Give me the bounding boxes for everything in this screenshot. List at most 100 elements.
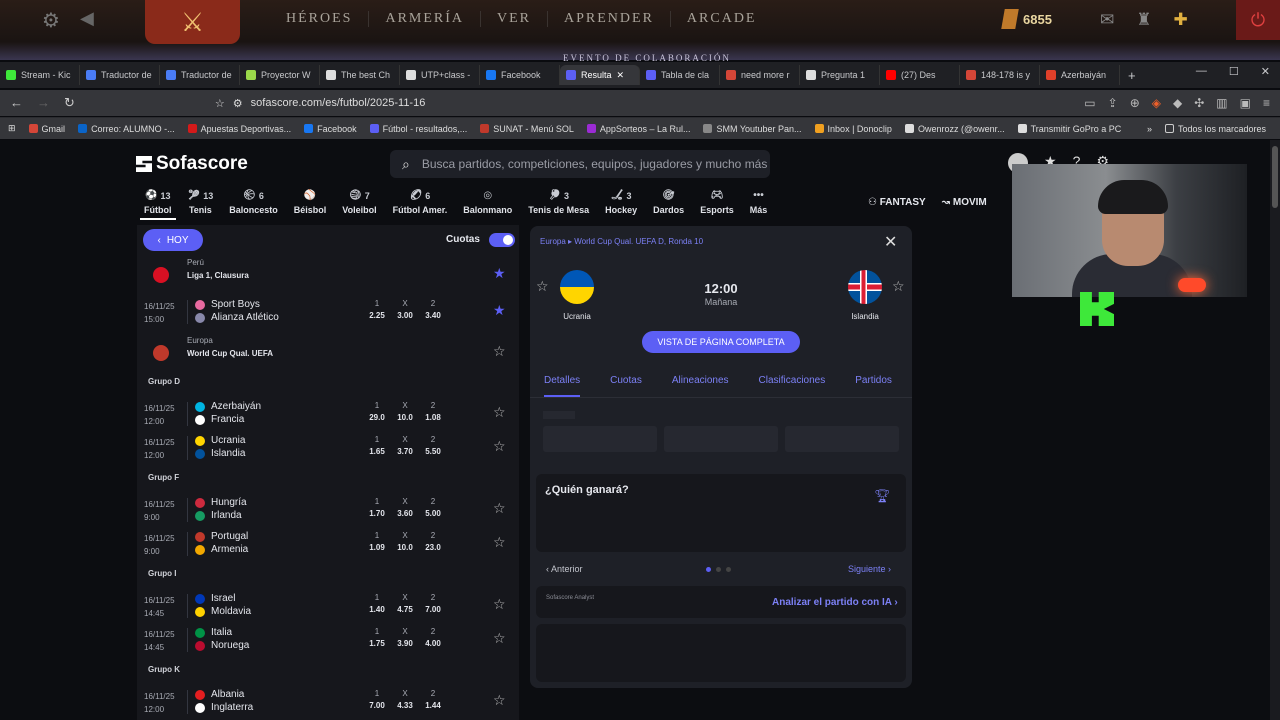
bookmark-item[interactable]: SMM Youtuber Pan... — [703, 124, 802, 134]
browser-tab[interactable]: (27) Des — [880, 65, 960, 85]
analyze-ai-link[interactable]: Analizar el partido con IA › — [772, 597, 898, 608]
bookmark-item[interactable]: Facebook — [304, 124, 357, 134]
browser-tab[interactable]: 148-178 is y — [960, 65, 1040, 85]
odds-o2[interactable]: 2 4.00 — [421, 627, 445, 648]
sport-tab[interactable]: 🏐︎ 7 Voleibol — [334, 190, 384, 215]
back-icon[interactable]: ◀ — [80, 8, 94, 29]
odds-o1[interactable]: 1 29.0 — [365, 401, 389, 422]
match-row[interactable]: 16/11/25 12:00 Ucrania Islandia 1 1.65 X 3.70 2 5… — [137, 431, 519, 465]
game-nav-arcade[interactable]: ARCADE — [671, 11, 773, 27]
browser-tab[interactable]: Azerbaiyán — [1040, 65, 1120, 85]
odds-ox[interactable]: X 4.75 — [393, 593, 417, 614]
odds-ox[interactable]: X 3.90 — [393, 627, 417, 648]
detail-tab-cuotas[interactable]: Cuotas — [610, 362, 642, 397]
bookmark-item[interactable]: Correo: ALUMNO -... — [78, 124, 175, 134]
odds-o2[interactable]: 2 5.00 — [421, 497, 445, 518]
star-icon[interactable]: ☆ — [493, 534, 506, 551]
zoom-icon[interactable]: ⊕ — [1130, 96, 1140, 110]
plus-icon[interactable]: ✚ — [1174, 10, 1188, 30]
site-info-icon[interactable]: ⚙ — [233, 97, 243, 110]
browser-tab[interactable]: Proyector W — [240, 65, 320, 85]
full-page-button[interactable]: VISTA DE PÁGINA COMPLETA — [642, 331, 800, 353]
minimize-icon[interactable]: — — [1196, 65, 1207, 78]
search-box[interactable]: ⌕ Busca partidos, competiciones, equipos,… — [390, 150, 770, 178]
odds-o1[interactable]: 1 1.75 — [365, 627, 389, 648]
browser-tab[interactable]: Pregunta 1 — [800, 65, 880, 85]
carousel-dot[interactable] — [706, 567, 711, 572]
armor-icon[interactable]: ♜ — [1136, 10, 1151, 30]
sport-tab[interactable]: 🏒︎ 3 Hockey — [597, 190, 645, 215]
tab-close-icon[interactable]: ✕ — [617, 70, 625, 81]
mail-icon[interactable]: ✉ — [1100, 10, 1114, 30]
odds-o1[interactable]: 1 1.09 — [365, 531, 389, 552]
odds-o1[interactable]: 1 2.25 — [365, 299, 389, 320]
menu-icon[interactable]: ≡ — [1263, 96, 1270, 110]
more-bookmarks-icon[interactable]: » — [1147, 124, 1152, 134]
bookmark-icon[interactable]: ☆ — [215, 97, 225, 110]
previous-button[interactable]: ‹ Anterior — [546, 564, 583, 574]
url-field[interactable]: sofascore.com/es/futbol/2025-11-16 — [251, 97, 426, 109]
league-header[interactable]: Perú Liga 1, Clausura ★ — [137, 255, 519, 295]
bookmark-item[interactable]: Fútbol - resultados,... — [369, 124, 467, 134]
star-icon[interactable]: ☆ — [493, 630, 506, 647]
odds-o2[interactable]: 2 3.40 — [421, 299, 445, 320]
all-bookmarks[interactable]: Todos los marcadores — [1164, 124, 1266, 134]
match-row[interactable]: 16/11/25 9:00 Portugal Armenia 1 1.09 X 10.0 2 23… — [137, 527, 519, 561]
odds-o2[interactable]: 2 1.44 — [421, 689, 445, 710]
dota-logo[interactable]: ⚔ — [145, 0, 240, 44]
today-button[interactable]: ‹ HOY — [143, 229, 203, 251]
game-nav-heroes[interactable]: HÉROES — [270, 11, 370, 27]
odds-ox[interactable]: X 10.0 — [393, 401, 417, 422]
match-row[interactable]: 16/11/25 14:45 Israel Moldavia 1 1.40 X 4.75 2 7.… — [137, 589, 519, 623]
browser-tab[interactable]: Facebook — [480, 65, 560, 85]
bookmark-item[interactable]: Inbox | Donoclip — [814, 124, 892, 134]
game-nav-armory[interactable]: ARMERÍA — [369, 11, 482, 27]
odds-o2[interactable]: 2 5.50 — [421, 435, 445, 456]
back-arrow-icon[interactable]: ← — [10, 95, 23, 111]
match-row[interactable]: 16/11/25 14:45 Italia Noruega 1 1.75 X 3.90 2 4.0… — [137, 623, 519, 657]
star-icon[interactable]: ☆ — [493, 438, 506, 455]
extensions-icon[interactable]: ◆ — [1173, 96, 1182, 110]
forward-arrow-icon[interactable]: → — [37, 95, 50, 111]
odds-ox[interactable]: X 10.0 — [393, 531, 417, 552]
page-scrollbar[interactable] — [1270, 140, 1280, 720]
odds-o2[interactable]: 2 23.0 — [421, 531, 445, 552]
sport-tab[interactable]: ⚾ Béisbol — [286, 190, 335, 215]
sport-tab[interactable]: 🏀︎ 6 Baloncesto — [221, 190, 286, 215]
wallet-icon[interactable]: ▣ — [1240, 96, 1251, 110]
fantasy-link[interactable]: ⚇ FANTASY — [868, 197, 926, 208]
star-icon[interactable]: ☆ — [493, 404, 506, 421]
install-icon[interactable]: ▭ — [1084, 96, 1095, 110]
sofascore-logo[interactable]: Sofascore — [136, 153, 248, 175]
bookmark-item[interactable]: Transmitir GoPro a PC — [1017, 124, 1121, 134]
sport-tab[interactable]: ⚽ 13 Fútbol — [136, 190, 180, 220]
odds-o1[interactable]: 1 1.65 — [365, 435, 389, 456]
detail-tab-alineaciones[interactable]: Alineaciones — [672, 362, 729, 397]
odds-o1[interactable]: 1 7.00 — [365, 689, 389, 710]
bookmark-item[interactable]: Owenrozz (@owenr... — [904, 124, 1005, 134]
browser-tab[interactable]: The best Ch — [320, 65, 400, 85]
star-icon[interactable]: ★ — [493, 302, 506, 319]
power-icon[interactable]: ⏻ — [1236, 0, 1280, 40]
odds-o2[interactable]: 2 7.00 — [421, 593, 445, 614]
star-icon[interactable]: ☆ — [493, 596, 506, 613]
odds-ox[interactable]: X 3.00 — [393, 299, 417, 320]
bookmark-item[interactable]: AppSorteos – La Rul... — [586, 124, 690, 134]
gold-counter[interactable]: 6855 — [1001, 9, 1052, 29]
sport-tab[interactable]: 🎯︎ Dardos — [645, 190, 692, 215]
sport-tab[interactable]: 🎮︎ Esports — [692, 190, 742, 215]
detail-tab-partidos[interactable]: Partidos — [855, 362, 892, 397]
gear-icon[interactable]: ⚙ — [42, 8, 60, 33]
odds-o1[interactable]: 1 1.40 — [365, 593, 389, 614]
sidebar-icon[interactable]: ▥ — [1216, 96, 1227, 110]
puzzle-icon[interactable]: ✣ — [1194, 96, 1204, 110]
reload-icon[interactable]: ↻ — [64, 95, 75, 111]
sport-tab[interactable]: 🏈︎ 6 Fútbol Amer. — [385, 190, 456, 215]
match-row[interactable]: 16/11/25 12:00 Azerbaiyán Francia 1 29.0 X 10.0… — [137, 397, 519, 431]
star-icon[interactable]: ☆ — [493, 343, 506, 360]
brave-icon[interactable]: ◈ — [1152, 96, 1161, 110]
detail-tab-clasificaciones[interactable]: Clasificaciones — [759, 362, 826, 397]
detail-tab-detalles[interactable]: Detalles — [544, 362, 581, 397]
match-row[interactable]: 16/11/25 15:00 Sport Boys Alianza Atlético 1… — [137, 295, 519, 329]
star-icon[interactable]: ★ — [493, 265, 506, 282]
